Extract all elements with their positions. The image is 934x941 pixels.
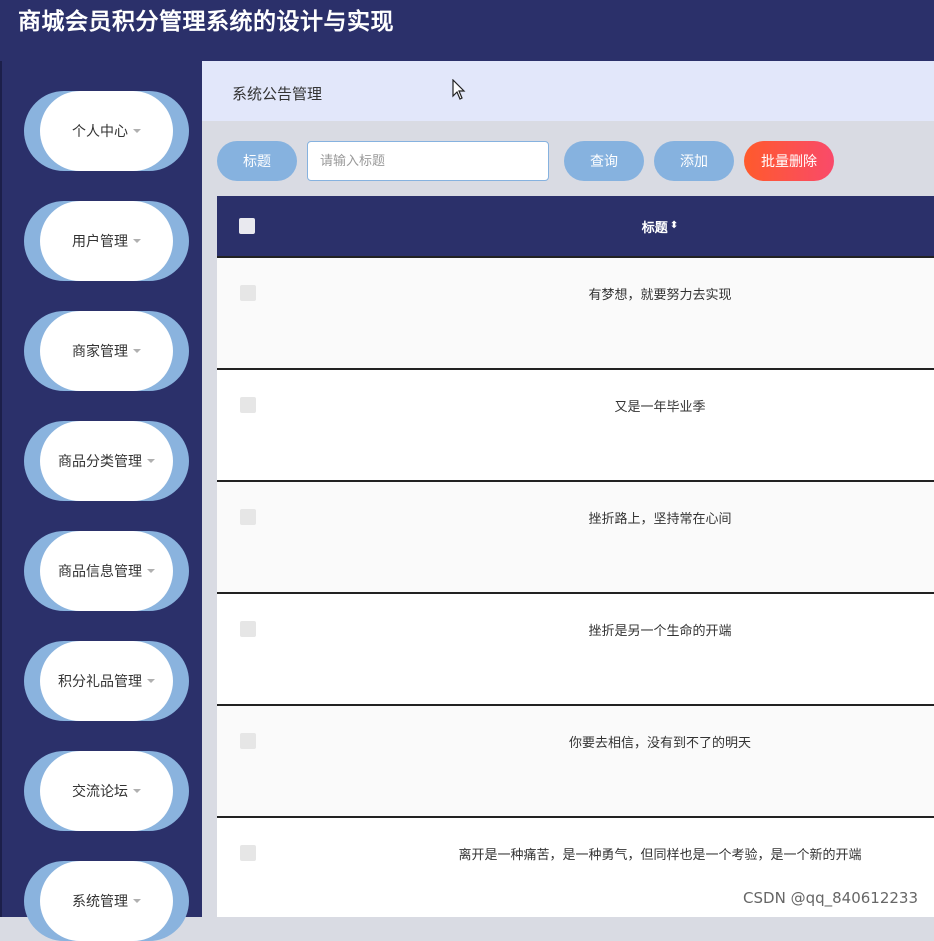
watermark-text: CSDN @qq_840612233 xyxy=(743,889,918,907)
sidebar-item-pill: 商家管理 xyxy=(40,311,173,391)
sidebar-item-system-management[interactable]: 系统管理 xyxy=(24,861,189,941)
table-row: 又是一年毕业季 xyxy=(217,368,934,480)
sidebar-item-label: 积分礼品管理 xyxy=(58,671,142,691)
table-row: 你要去相信，没有到不了的明天 xyxy=(217,704,934,816)
sidebar-item-pill: 交流论坛 xyxy=(40,751,173,831)
row-checkbox[interactable] xyxy=(240,509,256,525)
row-checkbox[interactable] xyxy=(240,845,256,861)
select-all-checkbox[interactable] xyxy=(239,218,255,234)
caret-down-icon xyxy=(133,239,141,243)
sort-icon[interactable]: ⬍ xyxy=(670,221,678,231)
row-title-cell: 有梦想，就要努力去实现 xyxy=(217,284,934,303)
caret-down-icon xyxy=(133,349,141,353)
top-header: 商城会员积分管理系统的设计与实现 xyxy=(0,0,934,61)
row-checkbox[interactable] xyxy=(240,397,256,413)
caret-down-icon xyxy=(147,569,155,573)
sidebar-item-label: 用户管理 xyxy=(72,231,128,251)
table-row: 挫折是另一个生命的开端 xyxy=(217,592,934,704)
sidebar-item-label: 个人中心 xyxy=(72,121,128,141)
row-title-cell: 挫折路上，坚持常在心间 xyxy=(217,508,934,527)
table-row: 有梦想，就要努力去实现 xyxy=(217,256,934,368)
sidebar-item-category-management[interactable]: 商品分类管理 xyxy=(24,421,189,501)
query-button[interactable]: 查询 xyxy=(564,141,644,181)
sidebar-item-label: 商品分类管理 xyxy=(58,451,142,471)
breadcrumb: 系统公告管理 xyxy=(202,61,934,121)
sidebar-item-pill: 商品信息管理 xyxy=(40,531,173,611)
column-header-title[interactable]: 标题 ⬍ xyxy=(217,196,934,256)
sidebar-item-label: 商家管理 xyxy=(72,341,128,361)
search-toolbar: 标题 查询 添加 批量删除 xyxy=(217,141,934,183)
main-content: 系统公告管理 标题 查询 添加 批量删除 标题 ⬍ 有梦想，就要努力去实现 xyxy=(202,61,934,917)
caret-down-icon xyxy=(133,789,141,793)
sidebar-item-label: 交流论坛 xyxy=(72,781,128,801)
caret-down-icon xyxy=(147,679,155,683)
row-checkbox[interactable] xyxy=(240,285,256,301)
sidebar-item-personal-center[interactable]: 个人中心 xyxy=(24,91,189,171)
sidebar-item-label: 系统管理 xyxy=(72,891,128,911)
mouse-cursor-icon xyxy=(452,79,466,101)
row-title-cell: 又是一年毕业季 xyxy=(217,396,934,415)
caret-down-icon xyxy=(147,459,155,463)
table-clip: 标题 ⬍ 有梦想，就要努力去实现 又是一年毕业季 挫折路上，坚持常在心间 挫折是… xyxy=(217,196,934,917)
sidebar: 个人中心 用户管理 商家管理 商品分类管理 商品信息管理 积分礼品管理 xyxy=(0,61,202,917)
caret-down-icon xyxy=(133,899,141,903)
sidebar-item-pill: 积分礼品管理 xyxy=(40,641,173,721)
app-title: 商城会员积分管理系统的设计与实现 xyxy=(18,8,394,36)
sidebar-item-pill: 用户管理 xyxy=(40,201,173,281)
title-search-input[interactable] xyxy=(307,141,549,181)
row-title-cell: 离开是一种痛苦，是一种勇气，但同样也是一个考验，是一个新的开端 xyxy=(217,844,934,863)
row-checkbox[interactable] xyxy=(240,621,256,637)
sidebar-item-pill: 系统管理 xyxy=(40,861,173,941)
sidebar-item-gift-management[interactable]: 积分礼品管理 xyxy=(24,641,189,721)
caret-down-icon xyxy=(133,129,141,133)
sidebar-item-forum[interactable]: 交流论坛 xyxy=(24,751,189,831)
row-checkbox[interactable] xyxy=(240,733,256,749)
add-button[interactable]: 添加 xyxy=(654,141,734,181)
row-title-cell: 挫折是另一个生命的开端 xyxy=(217,620,934,639)
sidebar-item-product-management[interactable]: 商品信息管理 xyxy=(24,531,189,611)
breadcrumb-label: 系统公告管理 xyxy=(232,83,322,104)
sidebar-item-merchant-management[interactable]: 商家管理 xyxy=(24,311,189,391)
sidebar-item-user-management[interactable]: 用户管理 xyxy=(24,201,189,281)
row-title-cell: 你要去相信，没有到不了的明天 xyxy=(217,732,934,751)
announcement-table: 标题 ⬍ 有梦想，就要努力去实现 又是一年毕业季 挫折路上，坚持常在心间 挫折是… xyxy=(217,196,934,917)
sidebar-item-pill: 商品分类管理 xyxy=(40,421,173,501)
column-header-label: 标题 xyxy=(642,217,668,236)
title-label-button: 标题 xyxy=(217,141,297,181)
sidebar-item-label: 商品信息管理 xyxy=(58,561,142,581)
table-header: 标题 ⬍ xyxy=(217,196,934,256)
batch-delete-button[interactable]: 批量删除 xyxy=(744,141,834,181)
sidebar-item-pill: 个人中心 xyxy=(40,91,173,171)
table-row: 挫折路上，坚持常在心间 xyxy=(217,480,934,592)
